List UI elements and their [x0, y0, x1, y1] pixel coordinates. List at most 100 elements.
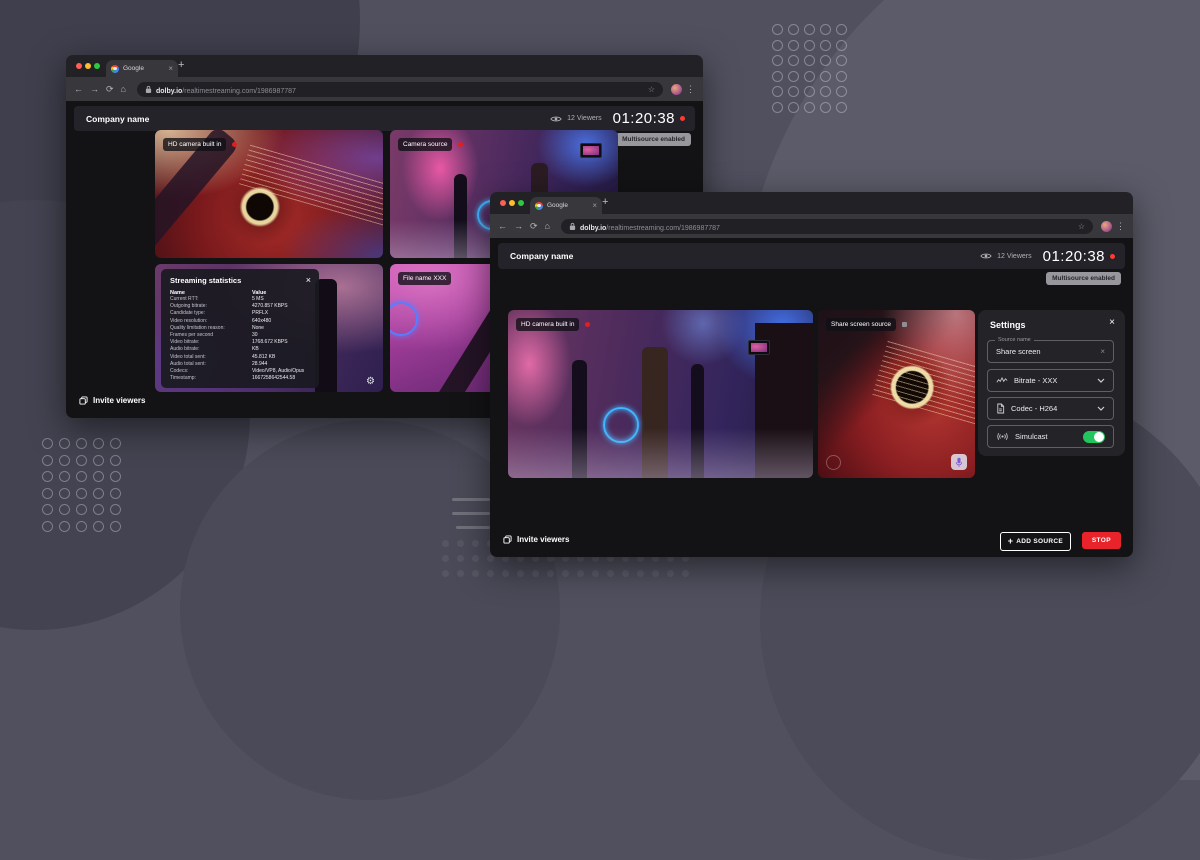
decor-dot — [667, 570, 674, 577]
source-label: Camera source — [398, 138, 452, 151]
record-dot-icon — [585, 322, 590, 327]
new-tab-button[interactable]: + — [178, 59, 184, 71]
address-bar[interactable]: dolby.io/realtimestreaming.com/198698778… — [137, 82, 663, 97]
bookmark-star-icon[interactable]: ☆ — [648, 85, 655, 94]
chevron-down-icon — [1097, 378, 1105, 383]
decor-dot — [804, 40, 815, 51]
decor-dot — [76, 504, 87, 515]
profile-avatar[interactable] — [1101, 221, 1112, 232]
decor-dot — [547, 570, 554, 577]
decor-dot — [110, 455, 121, 466]
profile-avatar[interactable] — [671, 84, 682, 95]
browser-tab[interactable]: Google × — [530, 197, 602, 214]
decor-dot — [442, 540, 449, 547]
decor-dot — [110, 521, 121, 532]
forward-icon[interactable]: → — [514, 222, 523, 231]
address-bar[interactable]: dolby.io/realtimestreaming.com/198698778… — [561, 219, 1093, 234]
source-name-value: Share screen — [996, 347, 1041, 356]
decor-dot — [517, 570, 524, 577]
tab-title: Google — [123, 65, 164, 72]
recording-dot-icon — [680, 116, 685, 121]
minimize-window-icon[interactable] — [85, 63, 91, 69]
invite-viewers-button[interactable]: Invite viewers — [503, 535, 569, 544]
stop-button[interactable]: STOP — [1082, 532, 1121, 549]
decor-dot — [804, 24, 815, 35]
reload-icon[interactable]: ⟳ — [106, 85, 114, 94]
new-tab-button[interactable]: + — [602, 196, 608, 208]
decor-dot — [562, 570, 569, 577]
codec-dropdown[interactable]: Codec - H264 — [987, 397, 1114, 420]
viewers-eye-icon — [980, 252, 992, 260]
maximize-window-icon[interactable] — [518, 200, 524, 206]
decor-dot — [788, 102, 799, 113]
bookmark-star-icon[interactable]: ☆ — [1078, 222, 1085, 231]
decor-dot — [788, 40, 799, 51]
gear-icon[interactable]: ⚙ — [366, 376, 375, 387]
back-icon[interactable]: ← — [74, 85, 83, 94]
decor-dot — [93, 488, 104, 499]
decor-dot — [820, 24, 831, 35]
source-label: HD camera built in — [516, 318, 579, 331]
recording-dot-icon — [1110, 254, 1115, 259]
video-art — [508, 428, 813, 478]
settings-panel: Settings × Source name Share screen × Bi… — [978, 310, 1125, 456]
decor-dot — [788, 71, 799, 82]
decor-streak — [452, 498, 490, 501]
decor-dot — [772, 102, 783, 113]
stats-table: Current RTT:5 MS Outgoing bitrate:4270.8… — [170, 296, 310, 382]
clear-icon[interactable]: × — [1100, 347, 1105, 356]
stats-row: Quality limitation reason:None — [170, 325, 310, 332]
video-tile-share-screen[interactable]: Share screen source — [818, 310, 975, 478]
decor-dot — [42, 488, 53, 499]
decor-dot — [457, 540, 464, 547]
mic-button[interactable] — [951, 454, 967, 470]
video-tile-hd-camera[interactable]: HD camera built in — [508, 310, 813, 478]
viewers-count: 12 Viewers — [997, 253, 1032, 260]
close-tab-icon[interactable]: × — [168, 65, 173, 73]
decor-dot — [442, 555, 449, 562]
close-icon[interactable]: × — [306, 275, 311, 285]
decor-dot — [788, 86, 799, 97]
decor-dot — [772, 55, 783, 66]
video-tile-stats[interactable]: Streaming statistics × Name Value Curren… — [155, 264, 383, 392]
invite-viewers-button[interactable]: Invite viewers — [79, 396, 145, 405]
back-icon[interactable]: ← — [498, 222, 507, 231]
settings-title: Settings — [990, 320, 1026, 330]
stats-row: Video resolution:640x480 — [170, 318, 310, 325]
home-icon[interactable]: ⌂ — [545, 222, 550, 231]
close-window-icon[interactable] — [500, 200, 506, 206]
close-icon[interactable]: × — [1109, 317, 1115, 328]
decor-dot — [682, 570, 689, 577]
decor-dot — [577, 570, 584, 577]
decor-dot-grid — [772, 24, 852, 118]
reload-icon[interactable]: ⟳ — [530, 222, 538, 231]
source-status-icon — [902, 322, 907, 327]
browser-tab[interactable]: Google × — [106, 60, 178, 77]
video-tile-hd-camera[interactable]: HD camera built in — [155, 130, 383, 258]
stats-row: Current RTT:5 MS — [170, 296, 310, 303]
browser-menu-icon[interactable]: ⋮ — [1116, 221, 1125, 232]
stream-timer: 01:20:38 — [1043, 248, 1105, 265]
video-art — [872, 340, 975, 425]
maximize-window-icon[interactable] — [94, 63, 100, 69]
add-source-button[interactable]: + ADD SOURCE — [1000, 532, 1071, 551]
simulcast-toggle[interactable] — [1083, 431, 1105, 443]
decor-dot — [442, 570, 449, 577]
decor-dot — [836, 102, 847, 113]
source-name-input[interactable]: Source name Share screen × — [987, 340, 1114, 363]
close-window-icon[interactable] — [76, 63, 82, 69]
bitrate-dropdown[interactable]: Bitrate - XXX — [987, 369, 1114, 392]
viewers-eye-icon — [550, 115, 562, 123]
browser-menu-icon[interactable]: ⋮ — [686, 84, 695, 95]
decor-dot — [59, 455, 70, 466]
broadcast-icon — [996, 432, 1009, 441]
bitrate-value: Bitrate - XXX — [1014, 376, 1057, 385]
decor-dot — [93, 438, 104, 449]
minimize-window-icon[interactable] — [509, 200, 515, 206]
forward-icon[interactable]: → — [90, 85, 99, 94]
home-icon[interactable]: ⌂ — [121, 85, 126, 94]
stats-title: Streaming statistics — [170, 276, 310, 285]
close-tab-icon[interactable]: × — [592, 202, 597, 210]
stop-label: STOP — [1092, 537, 1111, 544]
decor-dot — [804, 71, 815, 82]
